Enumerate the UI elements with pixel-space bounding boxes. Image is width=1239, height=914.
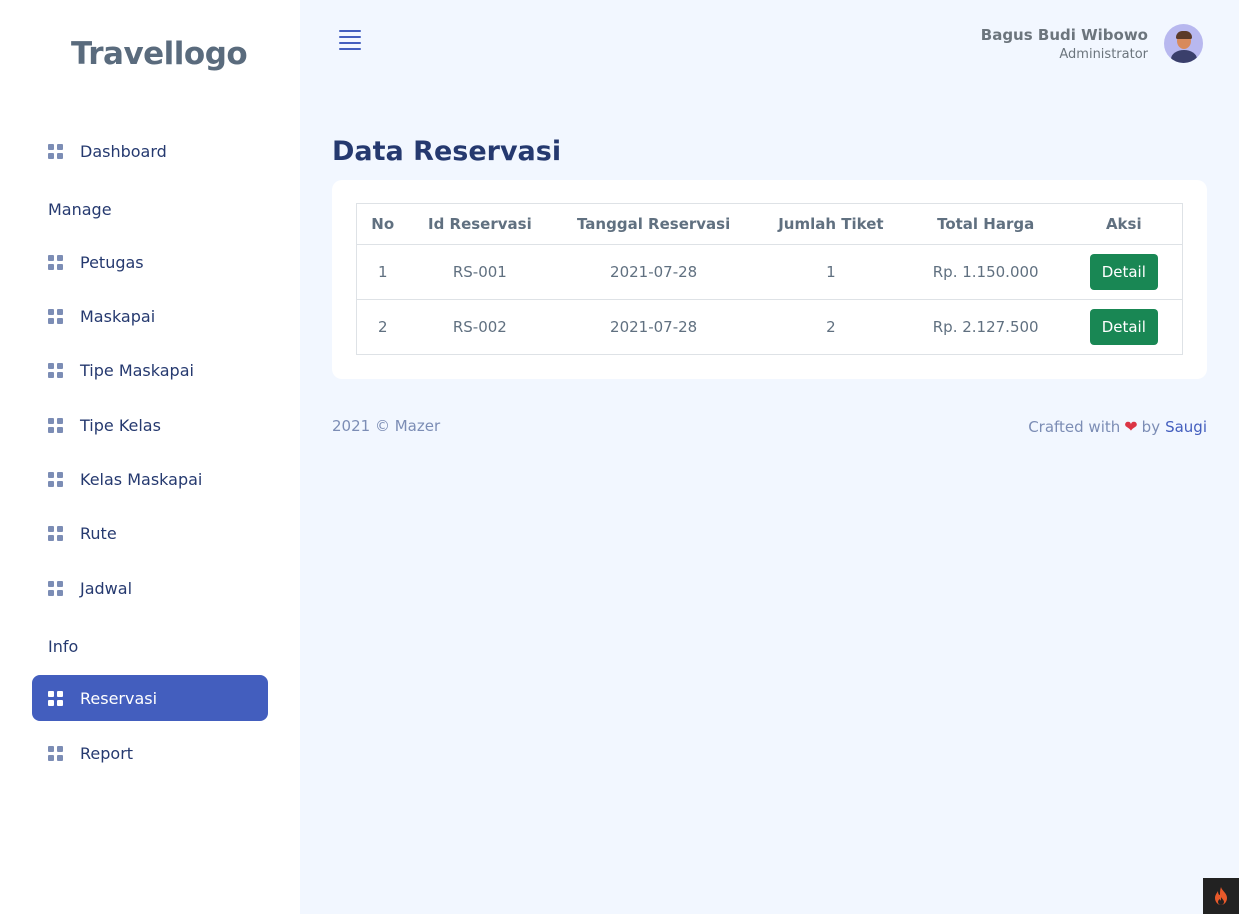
sidebar-item-label: Maskapai [80, 306, 156, 326]
cell-total: Rp. 1.150.000 [905, 244, 1066, 300]
avatar[interactable] [1164, 24, 1203, 63]
sidebar-item-petugas[interactable]: Petugas [32, 239, 268, 285]
logo[interactable]: Travellogo [71, 36, 248, 72]
sidebar: Travellogo Dashboard Manage Petugas Mask… [0, 0, 300, 914]
cell-jumlah: 2 [755, 299, 906, 355]
column-header-total: Total Harga [905, 203, 1066, 245]
column-header-tanggal: Tanggal Reservasi [551, 203, 756, 245]
flame-icon[interactable] [1203, 878, 1239, 914]
grid-icon [48, 690, 63, 706]
sidebar-item-tipe-kelas[interactable]: Tipe Kelas [32, 402, 268, 448]
cell-aksi: Detail [1065, 244, 1183, 300]
sidebar-item-label: Dashboard [80, 141, 167, 161]
table-row: 2 RS-002 2021-07-28 2 Rp. 2.127.500 Deta… [356, 299, 1183, 355]
cell-aksi: Detail [1065, 299, 1183, 355]
sidebar-item-label: Report [80, 743, 134, 763]
sidebar-item-report[interactable]: Report [32, 730, 268, 776]
heart-icon: ❤ [1124, 417, 1138, 436]
sidebar-item-tipe-maskapai[interactable]: Tipe Maskapai [32, 347, 268, 393]
user-menu[interactable]: Bagus Budi Wibowo Administrator [981, 24, 1203, 63]
sidebar-item-rute[interactable]: Rute [32, 510, 268, 556]
table-header-row: No Id Reservasi Tanggal Reservasi Jumlah… [356, 203, 1183, 245]
user-info: Bagus Budi Wibowo Administrator [981, 26, 1148, 62]
cell-tanggal: 2021-07-28 [551, 244, 756, 300]
footer-credits: Crafted with ❤ by Saugi [1028, 417, 1207, 436]
cell-total: Rp. 2.127.500 [905, 299, 1066, 355]
footer-by-text: by [1141, 417, 1161, 436]
page-title: Data Reservasi [332, 136, 562, 167]
sidebar-item-jadwal[interactable]: Jadwal [32, 565, 268, 611]
detail-button[interactable]: Detail [1089, 309, 1158, 345]
sidebar-item-label: Kelas Maskapai [80, 469, 203, 489]
cell-no: 2 [356, 299, 409, 355]
grid-icon [48, 580, 63, 596]
detail-button[interactable]: Detail [1089, 254, 1158, 290]
reservation-table: No Id Reservasi Tanggal Reservasi Jumlah… [356, 203, 1183, 355]
grid-icon [48, 525, 63, 541]
cell-jumlah: 1 [755, 244, 906, 300]
footer-copyright: 2021 © Mazer [332, 417, 441, 435]
grid-icon [48, 362, 63, 378]
sidebar-item-label: Rute [80, 523, 117, 543]
footer-crafted-text: Crafted with [1028, 417, 1121, 436]
sidebar-item-dashboard[interactable]: Dashboard [32, 128, 268, 174]
cell-id: RS-001 [408, 244, 552, 300]
grid-icon [48, 471, 63, 487]
reservation-card: No Id Reservasi Tanggal Reservasi Jumlah… [332, 180, 1207, 379]
column-header-aksi: Aksi [1065, 203, 1183, 245]
sidebar-item-label: Tipe Kelas [80, 415, 161, 435]
sidebar-item-kelas-maskapai[interactable]: Kelas Maskapai [32, 456, 268, 502]
cell-no: 1 [356, 244, 409, 300]
table-row: 1 RS-001 2021-07-28 1 Rp. 1.150.000 Deta… [356, 244, 1183, 300]
hamburger-icon[interactable] [339, 30, 361, 50]
sidebar-item-label: Reservasi [80, 688, 158, 708]
grid-icon [48, 745, 63, 761]
grid-icon [48, 254, 63, 270]
sidebar-section-manage: Manage [48, 200, 112, 219]
cell-tanggal: 2021-07-28 [551, 299, 756, 355]
sidebar-section-info: Info [48, 637, 79, 656]
grid-icon [48, 308, 63, 324]
sidebar-item-label: Jadwal [80, 578, 133, 598]
grid-icon [48, 417, 63, 433]
sidebar-item-label: Tipe Maskapai [80, 360, 194, 380]
grid-icon [48, 143, 63, 159]
footer-author-link[interactable]: Saugi [1165, 418, 1207, 436]
sidebar-item-maskapai[interactable]: Maskapai [32, 293, 268, 339]
cell-id: RS-002 [408, 299, 552, 355]
sidebar-item-reservasi[interactable]: Reservasi [32, 675, 268, 721]
sidebar-item-label: Petugas [80, 252, 144, 272]
column-header-no: No [356, 203, 409, 245]
user-name: Bagus Budi Wibowo [980, 25, 1148, 44]
column-header-id: Id Reservasi [408, 203, 552, 245]
column-header-jumlah: Jumlah Tiket [755, 203, 906, 245]
user-role: Administrator [1059, 46, 1148, 62]
